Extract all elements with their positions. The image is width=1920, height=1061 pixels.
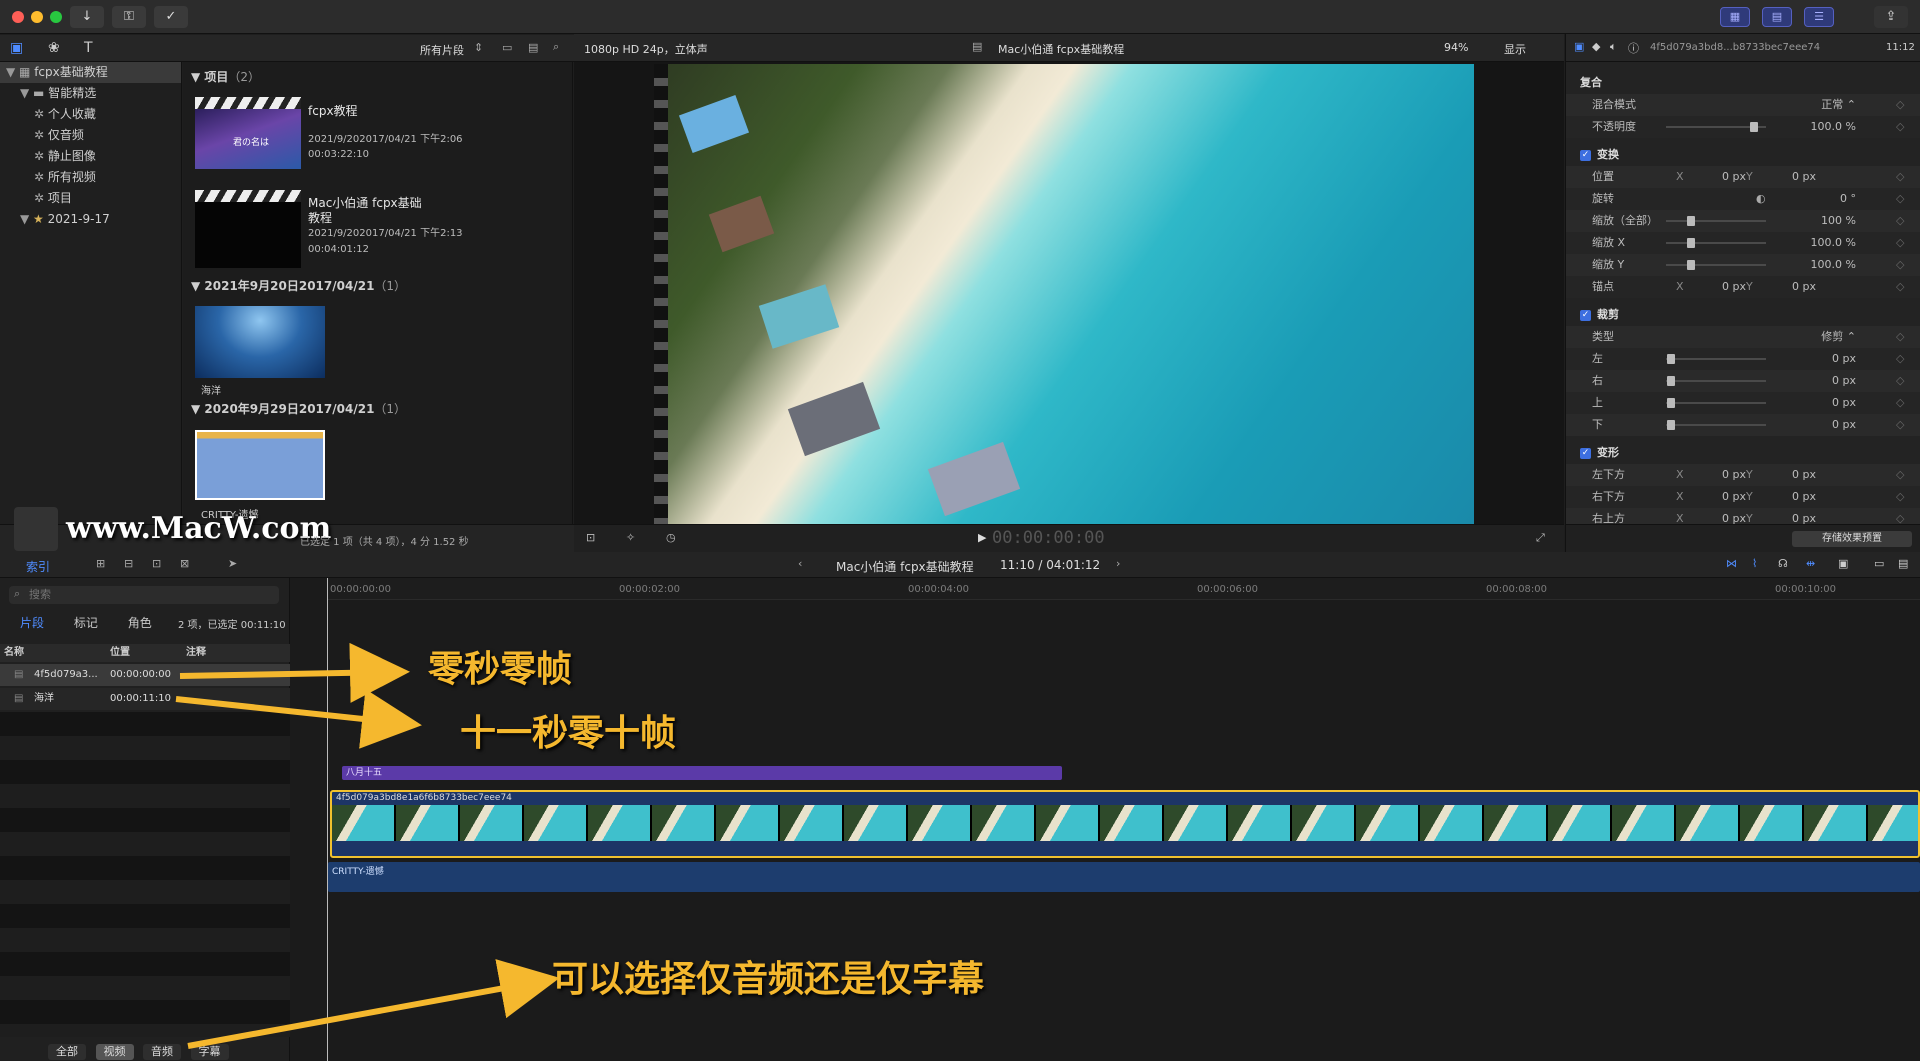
arrow-3 — [187, 959, 560, 1049]
annotation-eleven-seconds: 十一秒零十帧 — [460, 713, 677, 754]
arrow-2 — [175, 689, 422, 749]
arrow-1 — [179, 642, 410, 703]
annotation-arrows — [175, 642, 560, 1049]
annotation-zero-frame: 零秒零帧 — [428, 649, 573, 690]
annotation-audio-caption: 可以选择仅音频还是仅字幕 — [552, 959, 985, 1000]
